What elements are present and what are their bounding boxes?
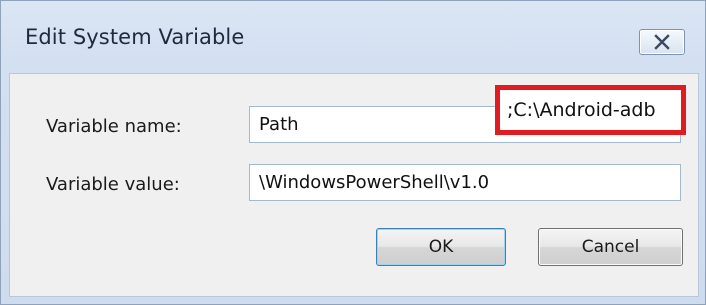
title-bar[interactable]: Edit System Variable [1, 1, 705, 73]
cancel-button[interactable]: Cancel [538, 228, 683, 266]
ok-button[interactable]: OK [376, 228, 506, 266]
edit-system-variable-dialog: Edit System Variable Variable name: Path… [0, 0, 706, 305]
variable-value-input[interactable]: \WindowsPowerShell\v1.0 [249, 164, 681, 201]
variable-value-text: \WindowsPowerShell\v1.0 [259, 172, 490, 193]
variable-value-label: Variable value: [46, 174, 180, 195]
dialog-title: Edit System Variable [25, 25, 245, 49]
close-icon [654, 34, 670, 50]
highlighted-path-text: ;C:\Android-adb [507, 99, 656, 121]
variable-name-label: Variable name: [46, 116, 182, 137]
close-button[interactable] [639, 29, 685, 55]
